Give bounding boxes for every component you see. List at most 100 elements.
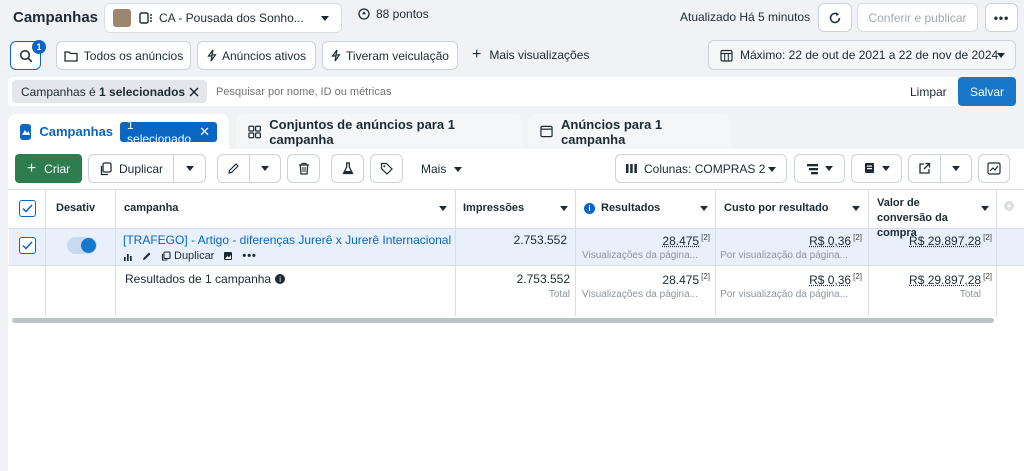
duplicate-icon — [100, 161, 112, 175]
search-badge: 1 — [32, 40, 46, 54]
date-range-label: Máximo: 22 de out de 2021 a 22 de nov de… — [740, 48, 999, 62]
summary-conversion: R$ 29.897,28 [2] — [872, 272, 992, 287]
close-icon[interactable]: ✕ — [199, 124, 210, 140]
more-icon[interactable]: ••• — [242, 250, 257, 262]
header-conversion[interactable]: Valor de conversão da compra — [877, 190, 992, 239]
points-indicator[interactable]: 88 pontos — [358, 7, 429, 21]
pencil-icon[interactable] — [142, 251, 152, 261]
selected-chip[interactable]: 1 selecionado ✕ — [120, 118, 217, 146]
selected-chip-label: 1 selecionado — [127, 117, 192, 146]
review-publish-button[interactable]: Conferir e publicar — [857, 3, 978, 32]
summary-conversion-footnote: [2] — [983, 272, 992, 281]
horizontal-scrollbar[interactable] — [12, 318, 994, 323]
column-divider — [575, 189, 576, 316]
lightning-icon — [207, 49, 217, 62]
column-divider — [45, 189, 46, 316]
chevron-down-icon — [261, 166, 269, 171]
search-input[interactable] — [216, 81, 676, 102]
top-header: Campanhas CA - Pousada dos Sonho... 88 p… — [0, 0, 1024, 36]
bar-chart-icon[interactable] — [123, 252, 133, 261]
refresh-button[interactable] — [818, 3, 852, 32]
summary-label: Resultados de 1 campanha i — [125, 272, 286, 286]
row-checkbox[interactable] — [19, 237, 36, 254]
duplicate-button[interactable]: Duplicar — [88, 154, 174, 183]
filter-chip[interactable]: Campanhas é 1 selecionados — [12, 80, 207, 103]
plus-icon: + — [26, 159, 37, 177]
more-actions-label: Mais — [421, 162, 447, 176]
more-options-button[interactable]: ••• — [985, 3, 1018, 32]
view-delivered-label: Tiveram veiculação — [346, 48, 449, 63]
save-filter-button[interactable]: Salvar — [958, 77, 1016, 106]
check-icon — [22, 241, 33, 250]
image-icon[interactable] — [223, 251, 233, 261]
row-cost-footnote: [2] — [853, 233, 862, 242]
tab-campaigns[interactable]: Campanhas 1 selecionado ✕ — [8, 114, 229, 149]
create-button[interactable]: + Criar — [15, 154, 82, 183]
header-toggle[interactable]: Desativ — [56, 190, 95, 228]
more-views-label: Mais visualizações — [489, 48, 590, 62]
date-range-picker[interactable]: Máximo: 22 de out de 2021 a 22 de nov de… — [708, 40, 1016, 70]
chevron-down-icon — [560, 206, 568, 211]
chevron-down-icon — [825, 166, 833, 171]
trash-icon — [298, 162, 309, 175]
summary-cost-value[interactable]: R$ 0,36 — [809, 273, 851, 287]
chevron-down-icon — [454, 166, 463, 172]
filter-chip-value: 1 selecionados — [99, 84, 186, 99]
row-conversion-value[interactable]: R$ 29.897,28 — [909, 234, 981, 248]
search-icon — [19, 49, 32, 62]
ab-test-button[interactable] — [331, 154, 364, 183]
more-actions-button[interactable]: Mais — [421, 162, 463, 176]
account-selector[interactable]: CA - Pousada dos Sonho... — [104, 3, 342, 33]
page-title: Campanhas — [13, 9, 99, 26]
close-icon[interactable] — [189, 87, 199, 97]
header-results[interactable]: i Resultados — [584, 190, 710, 228]
view-delivered[interactable]: Tiveram veiculação — [322, 41, 458, 70]
chevron-down-icon — [882, 166, 890, 171]
campaign-name-link[interactable]: [TRAFEGO] - Artigo - diferenças Jurerê x… — [123, 233, 451, 247]
reports-button[interactable] — [851, 154, 902, 183]
tab-adsets-label: Conjuntos de anúncios para 1 campanha — [269, 116, 455, 147]
lightning-icon — [331, 49, 341, 62]
chart-view-button[interactable] — [978, 154, 1010, 183]
summary-results: 28.475 [2] — [580, 272, 710, 287]
export-button[interactable] — [908, 154, 941, 183]
clear-filter-button[interactable]: Limpar — [910, 85, 947, 99]
points-icon — [358, 8, 370, 20]
header-cost[interactable]: Custo por resultado — [724, 190, 862, 228]
edit-dropdown-button[interactable] — [249, 154, 281, 183]
tag-button[interactable] — [370, 154, 403, 183]
export-dropdown-button[interactable] — [940, 154, 972, 183]
tab-adsets[interactable]: Conjuntos de anúncios para 1 campanha — [236, 114, 522, 149]
info-icon[interactable]: i — [584, 203, 595, 214]
edit-button[interactable] — [217, 154, 250, 183]
info-icon[interactable]: i — [275, 274, 286, 284]
chevron-down-icon — [952, 166, 960, 171]
column-divider — [996, 189, 997, 316]
calendar-icon — [720, 49, 733, 62]
header-impressions[interactable]: Impressões — [463, 190, 570, 228]
more-views-button[interactable]: + Mais visualizações — [472, 47, 590, 63]
campaign-toggle[interactable] — [67, 237, 97, 254]
header-campaign[interactable]: campanha — [124, 190, 450, 228]
columns-selector[interactable]: Colunas: COMPRAS 2 — [615, 154, 787, 183]
chevron-down-icon — [185, 166, 194, 171]
breakdown-button[interactable] — [794, 154, 845, 183]
row-cost-value[interactable]: R$ 0,36 — [809, 234, 851, 248]
row-duplicate-button[interactable]: Duplicar — [161, 250, 214, 262]
delete-button[interactable] — [287, 154, 320, 183]
chevron-down-icon — [997, 53, 1005, 58]
view-all-ads[interactable]: Todos os anúncios — [56, 41, 191, 70]
row-duplicate-label: Duplicar — [174, 250, 215, 262]
duplicate-dropdown-button[interactable] — [173, 154, 206, 183]
account-avatar — [113, 9, 131, 27]
summary-conversion-value[interactable]: R$ 29.897,28 — [909, 273, 981, 287]
row-results-value[interactable]: 28.475 — [662, 234, 699, 248]
chevron-down-icon — [321, 16, 329, 21]
row-results: 28.475 [2] — [580, 233, 710, 248]
header-campaign-label: campanha — [124, 202, 179, 214]
add-column-icon[interactable]: + — [1004, 201, 1014, 211]
save-filter-label: Salvar — [969, 84, 1004, 99]
view-active-ads[interactable]: Anúncios ativos — [197, 41, 316, 70]
tab-ads[interactable]: Anúncios para 1 campanha — [528, 114, 730, 149]
select-all-checkbox[interactable] — [19, 200, 36, 217]
